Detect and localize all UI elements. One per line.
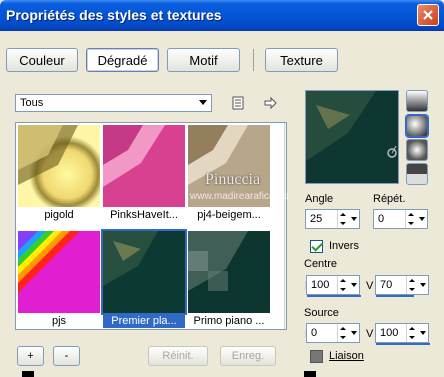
gradient-thumb-primo-piano[interactable] [188,231,270,313]
link-label: Liaison [329,350,364,362]
source-v-stepper[interactable] [406,324,416,342]
watermark-url: www.madirearafica.eu [190,191,289,202]
chevron-down-icon[interactable] [351,331,357,335]
repeat-label: Répét. [373,193,406,205]
bottom-marker [304,371,316,377]
angle-label: Angle [305,193,334,205]
close-button[interactable] [417,4,439,26]
gradient-gallery[interactable]: pigold PinksHaveIt... pj4-beigem... pjs … [15,122,287,330]
gradient-label: PinksHaveIt... [110,209,178,221]
invert-label: Invers [329,240,359,252]
centre-h-value: 100 [311,279,330,291]
gradient-label: Primo piano ... [193,315,265,327]
chevron-down-icon[interactable] [351,217,357,221]
source-h-input[interactable]: 0 [306,323,360,343]
link-checkbox[interactable] [310,350,323,363]
gradient-thumb-premier-plan[interactable] [101,229,187,315]
centre-h-stepper[interactable] [337,276,347,294]
style-linear-button[interactable] [406,90,428,112]
source-v-input[interactable]: 100 [375,323,430,345]
chevron-down-icon[interactable] [420,283,426,287]
centre-h-input[interactable]: 100 [306,275,361,297]
chevron-down-icon[interactable] [419,217,425,221]
repeat-stepper[interactable] [405,210,415,228]
window-title: Propriétés des styles et textures [6,7,222,23]
source-h-stepper[interactable] [337,324,347,342]
gradient-label: pjs [51,315,67,327]
dialog-body: Couleur Dégradé Motif Texture Tous pigol [0,31,444,377]
style-rectangular-button[interactable] [406,115,428,137]
centre-v-label: V [366,280,374,292]
tab-separator [253,49,254,71]
reset-button[interactable]: Réinit. [148,346,208,366]
tab-degrade[interactable]: Dégradé [86,48,159,72]
source-v-bar [376,343,430,345]
chevron-down-icon[interactable] [420,331,426,335]
source-label: Source [304,307,339,319]
close-icon [423,10,433,20]
chevron-down-icon[interactable] [351,283,357,287]
centre-v-stepper[interactable] [406,276,416,294]
gradient-label: pigold [44,209,74,221]
centre-v-value: 70 [380,279,393,291]
gradient-label: pj4-beigem... [197,209,261,221]
repeat-input[interactable]: 0 [373,209,428,229]
add-button[interactable]: + [17,346,44,366]
centre-label: Centre [304,258,338,270]
gradient-thumb-pinkshaveit[interactable] [103,125,185,207]
chevron-down-icon [199,100,207,105]
document-icon[interactable] [229,94,247,112]
gradient-thumb-pigold[interactable] [18,125,100,207]
repeat-value: 0 [378,213,385,225]
style-sunburst-button[interactable] [406,163,428,185]
source-v-label: V [366,328,374,340]
invert-checkbox[interactable] [310,240,323,253]
category-select-value: Tous [20,97,44,109]
tab-motif[interactable]: Motif [167,48,240,72]
title-bar: Propriétés des styles et textures [0,0,444,31]
source-h-value: 0 [311,327,318,339]
gradient-thumb-pjs[interactable] [18,231,100,313]
tab-couleur[interactable]: Couleur [6,48,78,72]
centre-v-bar [376,295,414,297]
gradient-label-selected: Premier pla... [103,315,185,328]
bottom-marker [22,371,34,377]
angle-input[interactable]: 25 [305,209,360,229]
source-v-value: 100 [380,327,399,339]
scrollbar-thumb[interactable] [286,271,287,297]
arrow-right-icon[interactable] [261,94,279,112]
style-radial-button[interactable] [406,139,428,161]
gradient-preview[interactable] [305,90,399,184]
angle-value: 25 [310,213,323,225]
category-select[interactable]: Tous [15,94,212,112]
tab-texture[interactable]: Texture [265,48,338,72]
gallery-scrollbar[interactable] [284,123,287,329]
centre-h-bar [307,295,361,297]
watermark-text: Pinuccia [205,171,261,188]
angle-stepper[interactable] [337,210,347,228]
centre-v-input[interactable]: 70 [375,275,429,297]
remove-button[interactable]: - [53,346,80,366]
gradient-handle-icon[interactable] [385,146,399,160]
save-button[interactable]: Enreg. [220,346,276,366]
